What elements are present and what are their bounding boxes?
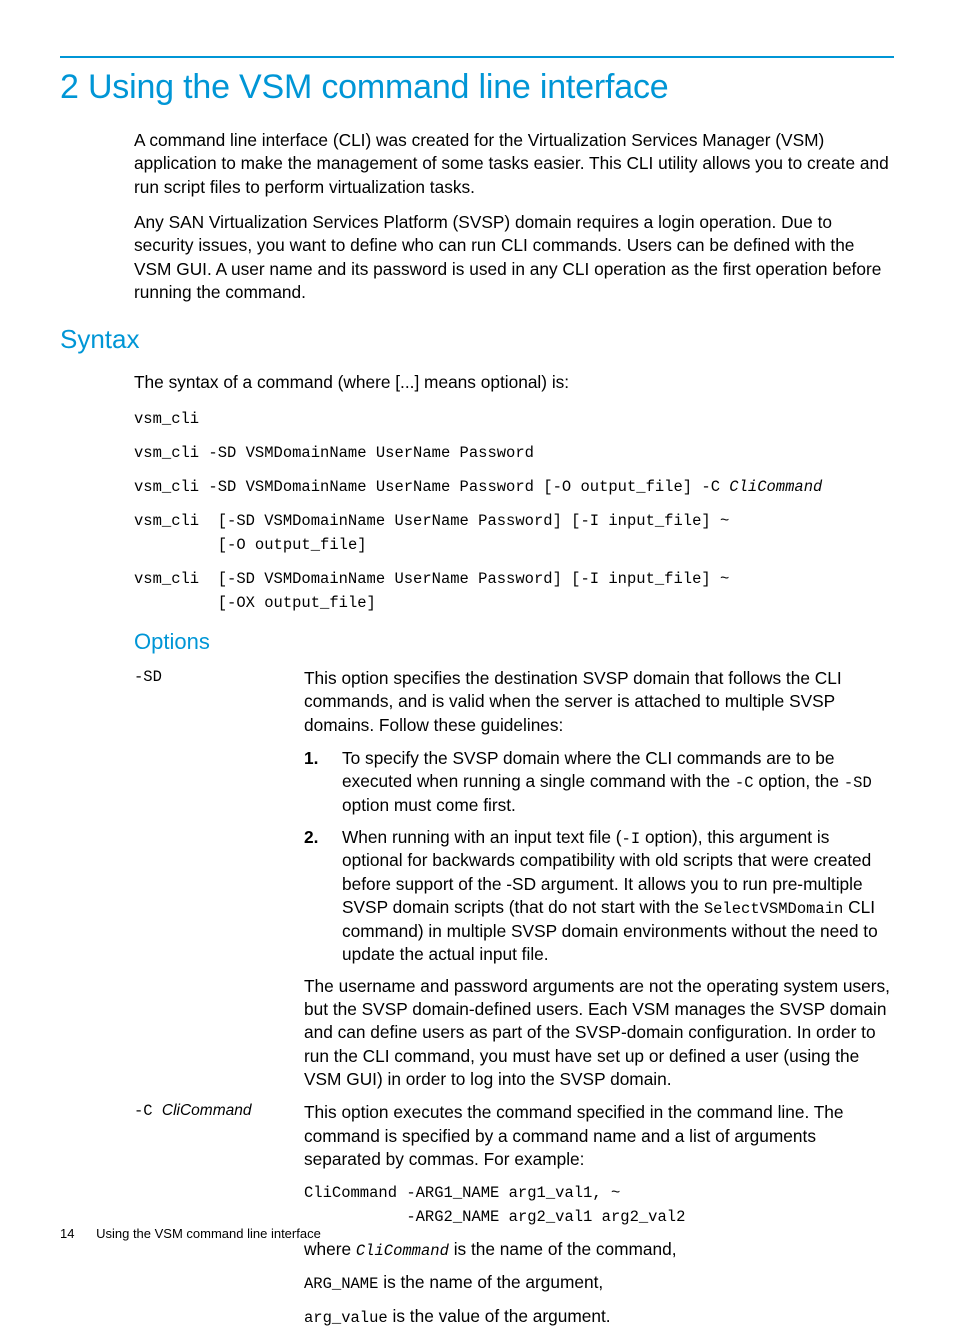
syntax-code-5: vsm_cli [-SD VSMDomainName UserName Pass…	[134, 567, 894, 615]
syntax-block: The syntax of a command (where [...] mea…	[134, 371, 894, 394]
syntax-code-3: vsm_cli -SD VSMDomainName UserName Passw…	[134, 475, 894, 499]
option-c-desc: This option executes the command specifi…	[304, 1101, 894, 1339]
intro-paragraph-2: Any SAN Virtualization Services Platform…	[134, 211, 894, 304]
syntax-code-1: vsm_cli	[134, 407, 894, 431]
option-c-code: CliCommand -ARG1_NAME arg1_val1, ~ -ARG2…	[304, 1181, 894, 1229]
option-c-p2: where CliCommand is the name of the comm…	[304, 1238, 894, 1262]
option-sd-desc: This option specifies the destination SV…	[304, 667, 894, 1102]
options-heading: Options	[134, 629, 894, 655]
page-footer: 14 Using the VSM command line interface	[60, 1226, 321, 1241]
syntax-code-2: vsm_cli -SD VSMDomainName UserName Passw…	[134, 441, 894, 465]
option-c-label: -C CliCommand	[134, 1101, 294, 1339]
footer-title: Using the VSM command line interface	[96, 1226, 321, 1241]
syntax-heading: Syntax	[60, 324, 894, 355]
syntax-intro: The syntax of a command (where [...] mea…	[134, 371, 894, 394]
option-c-p4: arg_value is the value of the argument.	[304, 1305, 894, 1329]
page-number: 14	[60, 1226, 74, 1241]
option-sd-li2: When running with an input text file (-I…	[304, 826, 894, 967]
option-sd-p1: This option specifies the destination SV…	[304, 667, 894, 737]
option-sd-p3: The username and password arguments are …	[304, 975, 894, 1092]
intro-paragraph-1: A command line interface (CLI) was creat…	[134, 129, 894, 199]
intro-block: A command line interface (CLI) was creat…	[134, 129, 894, 304]
option-sd-label: -SD	[134, 667, 294, 1102]
syntax-code-4: vsm_cli [-SD VSMDomainName UserName Pass…	[134, 509, 894, 557]
option-sd-li1: To specify the SVSP domain where the CLI…	[304, 747, 894, 818]
chapter-title: 2 Using the VSM command line interface	[60, 68, 894, 107]
option-sd-list: To specify the SVSP domain where the CLI…	[304, 747, 894, 967]
option-c-p3: ARG_NAME is the name of the argument,	[304, 1271, 894, 1295]
top-rule	[60, 56, 894, 58]
option-c-p1: This option executes the command specifi…	[304, 1101, 894, 1171]
